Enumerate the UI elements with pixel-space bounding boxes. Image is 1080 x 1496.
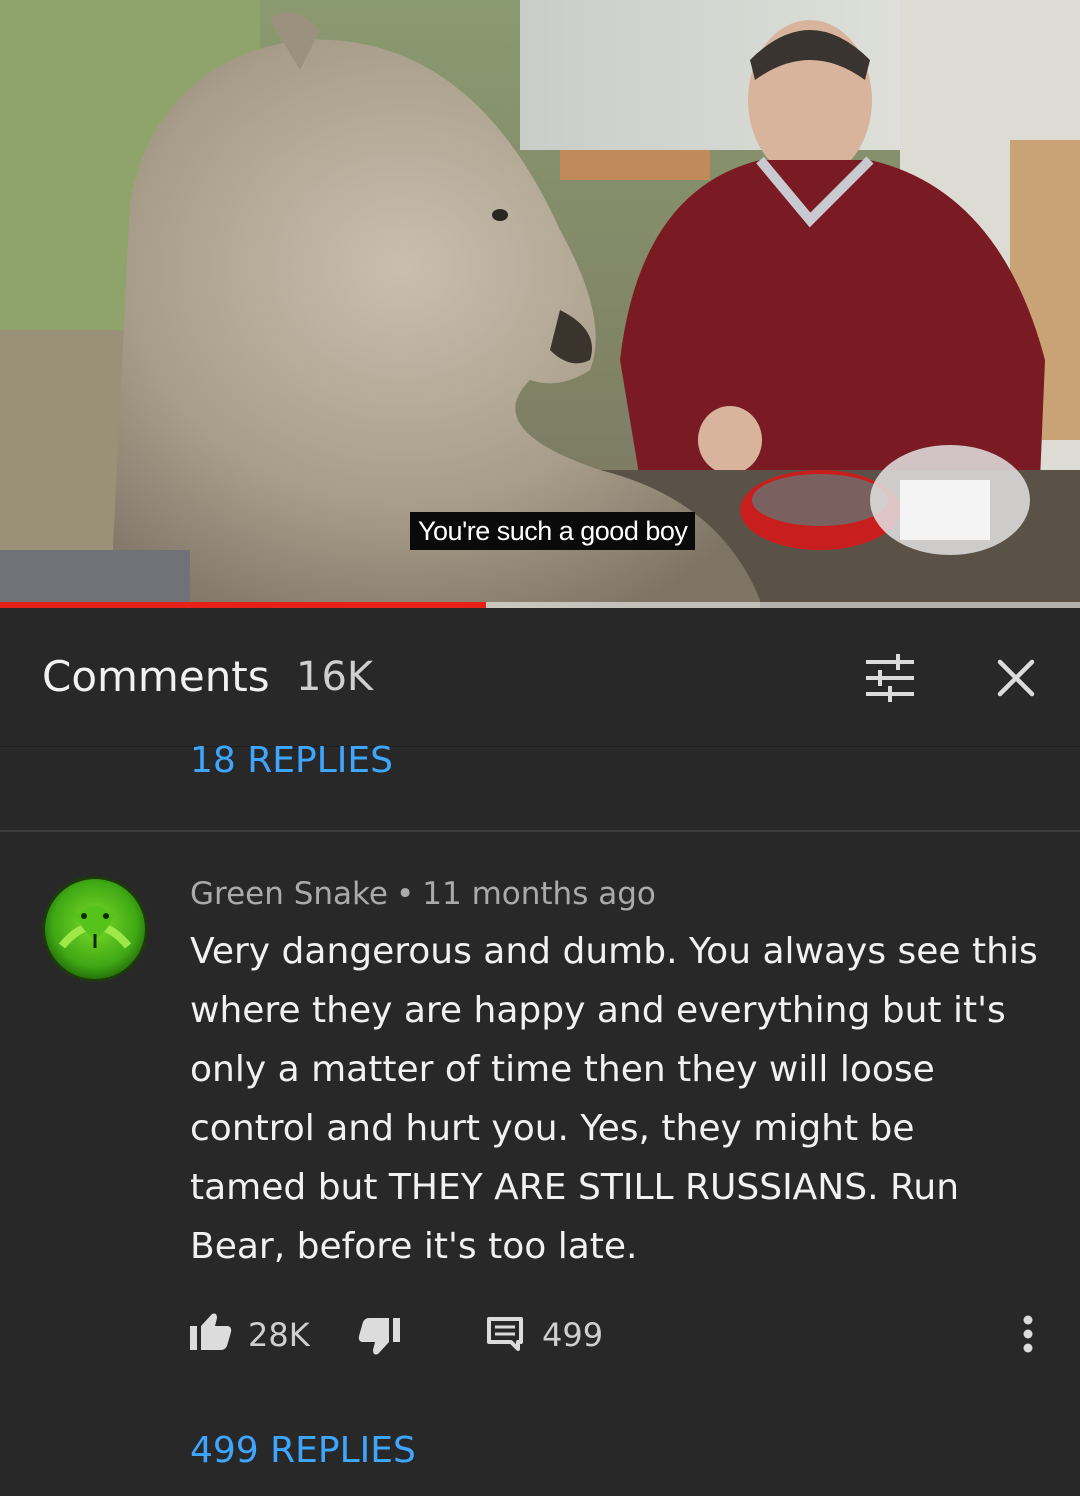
comment-body: Very dangerous and dumb. You always see …	[190, 931, 1038, 1267]
comment-time: 11 months ago	[422, 876, 656, 912]
thread-divider	[0, 830, 1080, 832]
meta-separator: •	[395, 876, 415, 912]
comment-author[interactable]: Green Snake	[190, 876, 388, 912]
sort-sliders-icon[interactable]	[862, 654, 918, 702]
more-options-icon[interactable]	[1020, 1314, 1036, 1354]
reply-comment-icon[interactable]	[486, 1316, 524, 1352]
comments-count: 16K	[296, 654, 374, 700]
like-count: 28K	[248, 1316, 310, 1354]
view-replies-link[interactable]: 18 REPLIES	[190, 740, 393, 781]
thumbs-down-icon[interactable]	[358, 1316, 400, 1356]
video-caption: You're such a good boy	[410, 512, 696, 550]
view-replies-link[interactable]: 499 REPLIES	[190, 1430, 416, 1471]
reply-count: 499	[542, 1316, 604, 1354]
comments-title: Comments	[42, 652, 270, 701]
thumbs-up-icon[interactable]	[190, 1312, 232, 1352]
video-player[interactable]: You're such a good boy	[0, 0, 1080, 608]
close-icon[interactable]	[994, 656, 1038, 700]
comment-meta: Green Snake • 11 months ago	[190, 876, 656, 912]
green-snake-avatar[interactable]	[42, 876, 148, 982]
comments-header: Comments 16K	[0, 608, 1080, 747]
